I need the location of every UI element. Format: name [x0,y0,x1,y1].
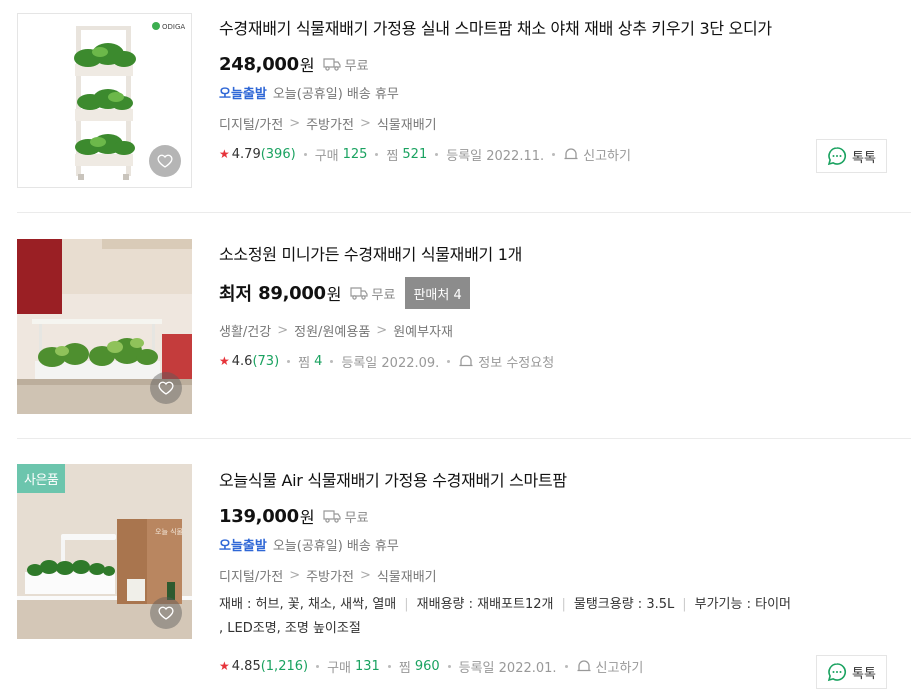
today-shipping-badge: 오늘출발 [219,538,267,554]
currency-unit: 원 [299,508,315,527]
product-title[interactable]: 오늘식물 Air 식물재배기 가정용 수경재배기 스마트팜 [219,471,887,491]
heart-icon [158,606,174,620]
talk-label: 톡톡 [852,666,876,682]
breadcrumb: 디지털/가전 > 주방가전 > 식물재배기 [219,114,437,133]
heart-icon [157,154,173,168]
category-link[interactable]: 식물재배기 [377,566,437,585]
report-label: 신고하기 [583,148,631,164]
edit-request-label: 정보 수정요청 [478,355,555,371]
talk-button[interactable]: 톡톡 [816,655,887,689]
price-prefix: 최저 [219,284,253,305]
product-meta: ★ 4.6 (73) 찜4 등록일 2022.09. 정보 수정요청 [219,351,887,371]
spec-item: 재배 : 허브, 꽃, 채소, 새싹, 열매 [219,597,397,612]
category-link[interactable]: 식물재배기 [377,114,437,133]
star-icon: ★ [219,147,230,161]
purchase-label: 구매 [327,660,352,676]
seller-count-button[interactable]: 판매처 4 [405,277,470,309]
wish-count: 4 [314,353,323,369]
wish-count: 960 [414,658,440,674]
delivery-info: 오늘출발 오늘(공휴일) 배송 휴무 [219,82,887,102]
breadcrumb: 디지털/가전 > 주방가전 > 식물재배기 [219,566,437,585]
delivery-text: 오늘(공휴일) 배송 휴무 [272,538,399,554]
product-thumbnail[interactable] [17,239,192,414]
category-link[interactable]: 정원/원예용품 [294,321,370,340]
registered-date: 등록일 2022.09. [341,355,440,371]
purchase-count: 131 [355,658,380,674]
category-link[interactable]: 생활/건강 [219,321,271,340]
product-price: 248,000 [219,53,299,75]
purchase-count: 125 [342,146,368,162]
product-meta: ★ 4.79 (396) 구매 125 찜 521 등록일 2022.11. 신고하… [219,144,887,164]
bell-icon [577,660,591,672]
product-item: ODIGA 수경재배기 식물재배기 가정용 실내 스마트팜 채소 야채 재배 상… [0,0,911,213]
report-link[interactable]: 신고하기 [576,657,644,676]
product-meta: ★ 4.85 (1,216) 구매 131 찜 960 등록일 2022.01. 신… [219,656,887,676]
currency-unit: 원 [299,56,315,75]
currency-unit: 원 [326,285,342,304]
wishlist-button[interactable] [149,145,181,177]
shipping-info: 무료 [349,284,396,303]
spec-item: , LED조명, 조명 높이조절 [219,621,361,636]
product-title[interactable]: 수경재배기 식물재배기 가정용 실내 스마트팜 채소 야채 재배 상추 키우기 … [219,19,887,39]
category-link[interactable]: 디지털/가전 [219,566,283,585]
report-link[interactable]: 신고하기 [563,145,631,164]
shipping-label: 무료 [344,510,369,526]
delivery-info: 오늘출발 오늘(공휴일) 배송 휴무 [219,534,887,554]
edit-request-link[interactable]: 정보 수정요청 [458,352,554,371]
review-count[interactable]: (396) [261,147,296,162]
truck-icon [349,287,368,300]
rating-value: 4.85 [231,658,261,674]
truck-icon [323,510,341,523]
truck-icon [323,58,341,71]
wishlist-button[interactable] [150,372,182,404]
review-count[interactable]: (73) [252,354,279,369]
wish-label: 찜 [398,660,411,676]
registered-date: 등록일 2022.11. [446,148,545,164]
heart-icon [158,381,174,395]
spec-item: 부가기능 : 타이머 [694,597,792,612]
product-item: 오늘 식물 사은품 오늘식물 Air 식물재배기 가정용 수경재배기 스마트팜 … [0,439,911,698]
wish-count: 521 [402,146,428,162]
chat-icon [827,663,847,682]
talk-label: 톡톡 [852,150,876,166]
bell-icon [564,148,578,160]
report-label: 신고하기 [595,660,644,676]
product-item: 소소정원 미니가든 수경재배기 식물재배기 1개 최저 89,000 원 무료 판… [0,213,911,439]
wish-label: 찜 [386,148,399,164]
breadcrumb: 생활/건강 > 정원/원예용품 > 원예부자재 [219,321,453,340]
product-thumbnail[interactable]: 오늘 식물 사은품 [17,464,192,639]
product-price: 139,000 [219,505,299,527]
shipping-info: 무료 [323,507,369,526]
bell-icon [459,355,473,367]
box-label: 오늘 식물 [155,527,184,536]
gift-badge: 사은품 [17,464,66,493]
spec-item: 재배용량 : 재배포트12개 [416,597,554,612]
wish-label: 찜 [298,355,311,371]
rating-value: 4.6 [231,353,253,369]
today-shipping-badge: 오늘출발 [219,86,267,102]
wishlist-button[interactable] [150,597,182,629]
product-price: 89,000 [258,282,326,304]
brand-logo: ODIGA [162,23,185,31]
product-title[interactable]: 소소정원 미니가든 수경재배기 식물재배기 1개 [219,245,887,265]
shipping-label: 무료 [344,58,369,74]
category-link[interactable]: 디지털/가전 [219,114,283,133]
rating-value: 4.79 [231,146,261,162]
product-thumbnail[interactable]: ODIGA [17,13,192,188]
shipping-label: 무료 [371,287,396,303]
registered-date: 등록일 2022.01. [458,660,557,676]
spec-item: 물탱크용량 : 3.5L [573,597,675,612]
talk-button[interactable]: 톡톡 [816,139,887,173]
chat-icon [827,147,847,166]
star-icon: ★ [219,659,230,673]
review-count[interactable]: (1,216) [261,659,308,674]
shipping-info: 무료 [323,55,369,74]
star-icon: ★ [219,354,230,368]
purchase-label: 구매 [314,148,339,164]
delivery-text: 오늘(공휴일) 배송 휴무 [272,86,399,102]
product-specs: 재배 : 허브, 꽃, 채소, 새싹, 열매 | 재배용량 : 재배포트12개 | 물탱… [219,597,792,636]
category-link[interactable]: 주방가전 [306,566,354,585]
category-link[interactable]: 주방가전 [306,114,354,133]
category-link[interactable]: 원예부자재 [393,321,453,340]
